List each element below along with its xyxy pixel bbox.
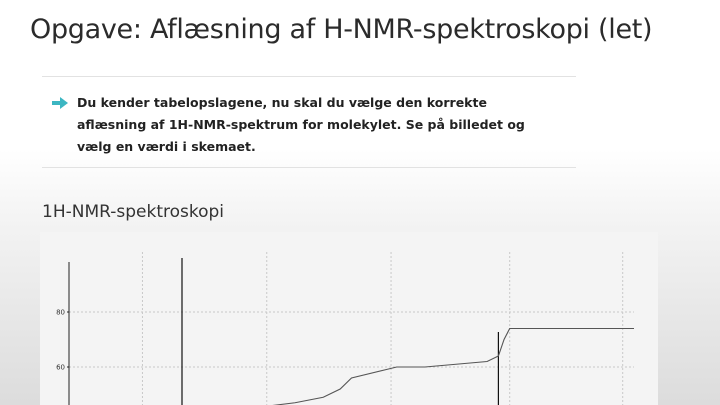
y-tick-label: 80 [56,309,65,317]
arrow-right-icon [52,97,68,109]
nmr-spectrum-chart: 60 80 [40,232,658,405]
nmr-spectrum-svg: 60 80 [56,252,634,405]
spectrum-heading: 1H-NMR-spektroskopi [42,202,225,222]
page-title: Opgave: Aflæsning af H-NMR-spektroskopi … [30,14,653,45]
instruction-text: Du kender tabelopslagene, nu skal du væl… [77,95,525,154]
instruction-box: Du kender tabelopslagene, nu skal du væl… [42,76,576,168]
y-tick-label: 60 [56,364,65,372]
